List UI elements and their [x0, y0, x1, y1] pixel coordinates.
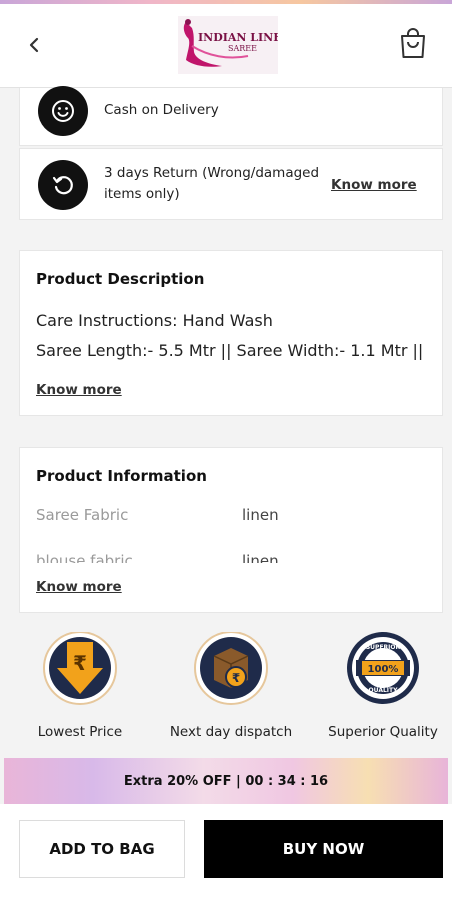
chevron-left-icon — [29, 37, 39, 53]
offer-text: Extra 20% OFF | 00 : 34 : 16 — [123, 773, 329, 789]
app-header: INDIAN LINEN SAREE — [0, 4, 452, 88]
badge-label: Next day dispatch — [169, 724, 293, 740]
quality-seal-icon: 100% SUPERIOR QUALITY — [347, 632, 419, 704]
info-value: linen — [242, 506, 279, 524]
svg-text:INDIAN LINEN: INDIAN LINEN — [198, 31, 278, 44]
badge-superior-quality: 100% SUPERIOR QUALITY Superior Quality — [318, 632, 448, 740]
info-value: linen — [242, 554, 279, 563]
brand-logo[interactable]: INDIAN LINEN SAREE — [178, 16, 292, 74]
description-line-care: Care Instructions: Hand Wash — [36, 311, 273, 330]
shopping-bag-icon — [401, 28, 425, 58]
back-button[interactable] — [24, 34, 46, 56]
badge-lowest-price: ₹ Lowest Price — [15, 631, 145, 740]
cod-card: Cash on Delivery — [19, 86, 443, 146]
product-information-card: Product Information Saree Fabric linen b… — [19, 447, 443, 613]
dispatch-box-icon: ₹ — [194, 631, 268, 705]
info-row: Saree Fabric linen — [36, 506, 426, 526]
svg-text:100%: 100% — [368, 664, 399, 675]
info-key: blouse fabric — [36, 554, 133, 563]
svg-text:SUPERIOR: SUPERIOR — [366, 644, 401, 651]
badge-next-day-dispatch: ₹ Next day dispatch — [166, 631, 296, 740]
svg-text:SAREE: SAREE — [228, 44, 257, 53]
badge-label: Lowest Price — [37, 724, 123, 740]
cod-label: Cash on Delivery — [104, 102, 219, 118]
svg-text:QUALITY: QUALITY — [369, 687, 399, 694]
svg-text:₹: ₹ — [232, 671, 240, 685]
bottom-action-bar: ADD TO BAG BUY NOW — [0, 804, 452, 900]
information-title: Product Information — [36, 467, 207, 485]
description-line-size: Saree Length:- 5.5 Mtr || Saree Width:- … — [36, 341, 424, 360]
shopping-bag-button[interactable] — [398, 26, 428, 60]
svg-text:₹: ₹ — [73, 651, 87, 675]
product-description-card: Product Description Care Instructions: H… — [19, 250, 443, 416]
return-icon — [38, 160, 88, 210]
return-policy-card: 3 days Return (Wrong/damaged items only)… — [19, 148, 443, 220]
add-to-bag-button[interactable]: ADD TO BAG — [19, 820, 185, 878]
information-know-more-link[interactable]: Know more — [36, 579, 122, 595]
info-row-clipped: blouse fabric linen — [36, 554, 426, 563]
description-know-more-link[interactable]: Know more — [36, 382, 122, 398]
rupee-down-arrow-icon: ₹ — [43, 631, 117, 705]
smile-icon — [38, 86, 88, 136]
buy-now-button[interactable]: BUY NOW — [204, 820, 443, 878]
info-key: Saree Fabric — [36, 506, 129, 524]
offer-countdown-banner[interactable]: Extra 20% OFF | 00 : 34 : 16 — [4, 758, 448, 804]
badge-label: Superior Quality — [328, 724, 438, 740]
description-title: Product Description — [36, 270, 205, 288]
return-know-more-link[interactable]: Know more — [331, 177, 417, 193]
return-label-line2: items only) — [104, 186, 180, 202]
return-label-line1: 3 days Return (Wrong/damaged — [104, 165, 320, 181]
